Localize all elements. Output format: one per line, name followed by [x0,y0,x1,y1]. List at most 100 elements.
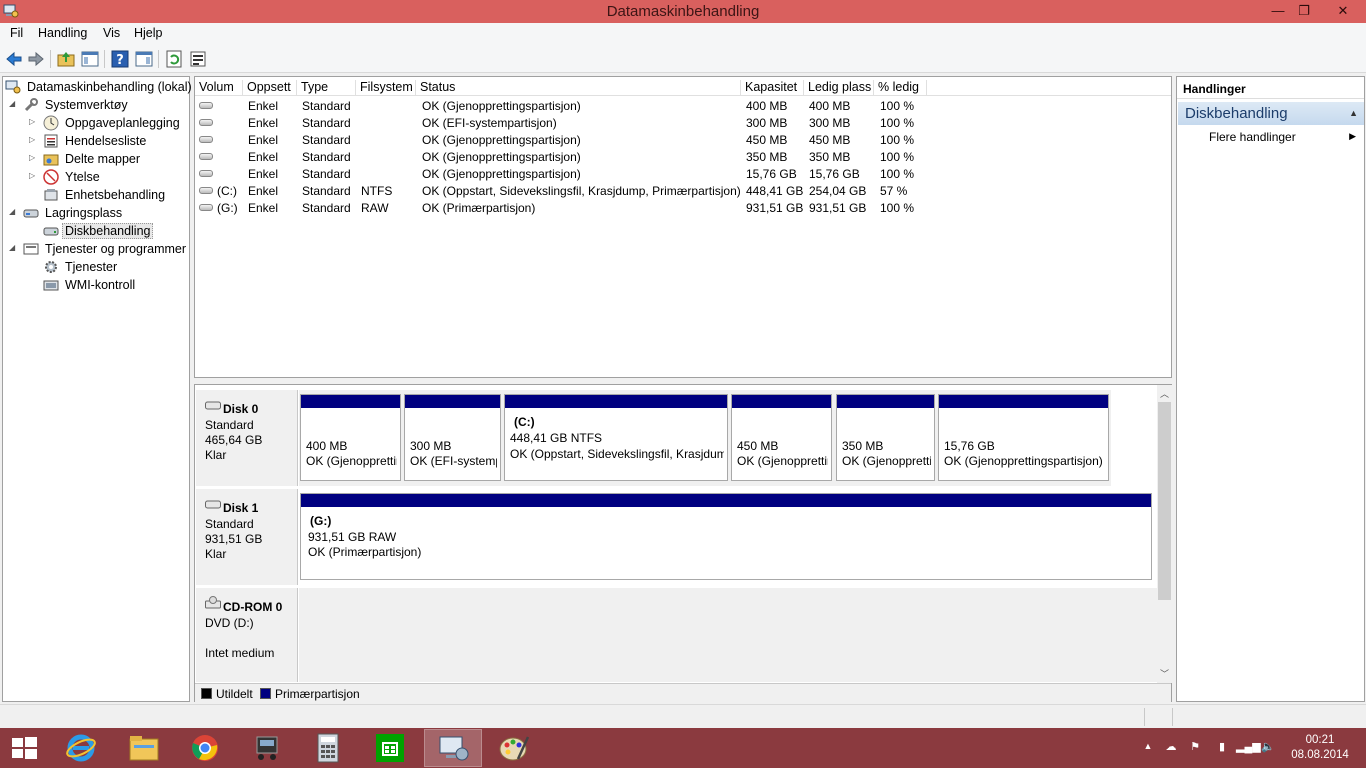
taskbar-truck-game[interactable] [238,729,296,767]
more-actions-link[interactable]: Flere handlinger [1209,130,1296,144]
chrome-icon [192,735,218,761]
menu-action[interactable]: Handling [38,26,87,40]
gear-icon [45,261,57,273]
volume-drive-icon [199,153,213,160]
show-hidden-icons-icon[interactable]: ▲ [1140,741,1156,757]
disk-view-scrollbar[interactable]: ︿ ﹀ [1157,385,1172,683]
column-header-free-space[interactable]: Ledig plass [804,80,874,96]
disk-0-label[interactable]: Disk 0 Standard 465,64 GB Klar [196,390,298,486]
scroll-up-icon[interactable]: ︿ [1157,387,1172,400]
cdrom-0-state: Intet medium [205,646,275,660]
table-row[interactable]: Enkel Standard OK (Gjenopprettingspartisjo… [195,131,1171,148]
refresh-icon[interactable] [164,49,184,69]
close-button[interactable]: ✕ [1320,0,1366,22]
table-row[interactable]: Enkel Standard OK (EFI-systempartisjon) 300… [195,114,1171,131]
wmi-icon [43,280,59,291]
legend-swatch-unallocated [201,688,212,699]
disk-1-size: 931,51 GB [205,532,263,546]
forward-arrow-icon[interactable] [26,49,46,69]
help-icon[interactable]: ? [110,49,130,69]
windows-start-icon[interactable] [10,736,38,760]
expand-arrow-icon[interactable]: ▷ [29,117,39,126]
table-cell-type: Standard [302,99,351,113]
table-cell-vol: (C:) [217,184,237,198]
table-row[interactable]: (G:) Enkel Standard RAW OK (Primærpartisjon)… [195,199,1171,216]
pane-splitter[interactable] [194,378,1172,383]
show-hide-action-pane-icon[interactable] [134,49,154,69]
onedrive-warning-icon[interactable]: ☁ [1163,740,1179,756]
collapse-arrow-icon[interactable]: ◢ [9,99,19,108]
table-cell-cap: 350 MB [746,150,788,164]
disk-1-partition-g[interactable]: (G:) 931,51 GB RAW OK (Primærpartisjon) [300,493,1152,580]
taskbar-computer-management[interactable] [424,729,482,767]
taskbar-paint[interactable] [485,729,543,767]
disk-0-partition[interactable]: 350 MB OK (Gjenopprettingspartisjon) [836,394,935,481]
column-header-volume[interactable]: Volum [195,80,243,96]
maximize-button[interactable]: ❐ [1290,0,1318,22]
actions-section-disk-management[interactable]: Diskbehandling ▲ [1178,102,1364,125]
table-row[interactable]: Enkel Standard OK (Gjenopprettingspartisjo… [195,148,1171,165]
expand-arrow-icon[interactable]: ▷ [29,153,39,162]
column-header-capacity[interactable]: Kapasitet [741,80,804,96]
disk-0-partition[interactable]: 300 MB OK (EFI-systempartisjon) [404,394,501,481]
volume-muted-icon[interactable]: 🔈 [1260,740,1276,756]
taskbar-chrome[interactable] [176,729,234,767]
taskbar-clock[interactable]: 00:21 08.08.2014 [1280,733,1360,763]
table-cell-cap: 450 MB [746,133,788,147]
console-tree-icon[interactable] [80,49,100,69]
cdrom-0-drive: DVD (D:) [205,616,254,630]
taskbar-file-explorer[interactable] [115,729,173,767]
collapse-arrow-icon[interactable]: ◢ [9,207,19,216]
menu-file[interactable]: Fil [10,26,23,40]
table-cell-vol: (G:) [217,201,238,215]
up-folder-icon[interactable] [56,49,76,69]
column-header-filesystem[interactable]: Filsystem [356,80,416,96]
legend-swatch-primary [260,688,271,699]
back-arrow-icon[interactable] [4,49,24,69]
cdrom-0-label[interactable]: CD-ROM 0 DVD (D:) Intet medium [196,588,298,682]
table-cell-cap: 931,51 GB [746,201,804,215]
disk-1-label[interactable]: Disk 1 Standard 931,51 GB Klar [196,489,298,585]
table-row[interactable]: Enkel Standard OK (Gjenopprettingspartisjo… [195,165,1171,182]
properties-icon[interactable] [188,49,208,69]
expand-arrow-icon[interactable]: ▷ [29,135,39,144]
taskbar-calculator[interactable] [299,729,357,767]
collapse-arrow-icon[interactable]: ◢ [9,243,19,252]
disk-0-partition[interactable]: 450 MB OK (Gjenopprettingspartisjon) [731,394,832,481]
column-header-status[interactable]: Status [416,80,741,96]
network-signal-icon[interactable]: ▂▄▆ [1236,740,1261,756]
column-header-type[interactable]: Type [297,80,356,96]
taskbar-store[interactable] [361,729,419,767]
disk-management-icon [43,227,59,236]
volume-drive-icon [199,170,213,177]
column-header-percent-free[interactable]: % ledig [874,80,927,96]
collapse-up-icon[interactable]: ▲ [1349,108,1358,118]
scrollbar-thumb[interactable] [1158,402,1171,600]
disk-0-partition[interactable]: 400 MB OK (Gjenopprettingspartisjon) [300,394,401,481]
menu-view[interactable]: Vis [103,26,120,40]
taskbar-internet-explorer[interactable] [52,729,110,767]
table-cell-layout: Enkel [248,167,279,181]
disk-drive-icon [205,500,221,509]
table-cell-status: OK (Primærpartisjon) [422,201,536,215]
store-icon [376,734,404,762]
table-row[interactable]: Enkel Standard OK (Gjenopprettingspartisjo… [195,97,1171,114]
table-row[interactable]: (C:) Enkel Standard NTFS OK (Oppstart, Sidev… [195,182,1171,199]
battery-icon[interactable]: ▮ [1214,740,1230,756]
column-header-layout[interactable]: Oppsett [243,80,297,96]
minimize-button[interactable]: — [1264,0,1292,22]
scroll-down-icon[interactable]: ﹀ [1157,667,1172,680]
action-center-flag-icon[interactable]: ⚑ [1187,740,1203,756]
expand-arrow-icon[interactable]: ▷ [29,171,39,180]
disk-0-partition[interactable]: 15,76 GB OK (Gjenopprettingspartisjon) [938,394,1109,481]
device-manager-icon [44,189,58,201]
menu-bar: Fil Handling Vis Hjelp [0,23,1366,44]
services-apps-icon [23,243,39,255]
submenu-arrow-icon[interactable]: ▶ [1349,131,1356,142]
menu-help[interactable]: Hjelp [134,26,163,40]
disk-0-partition-c[interactable]: (C:) 448,41 GB NTFS OK (Oppstart, Sideve… [504,394,728,481]
table-cell-fs: NTFS [361,184,393,198]
status-bar [0,704,1366,728]
table-cell-layout: Enkel [248,116,279,130]
file-explorer-icon [129,736,159,761]
